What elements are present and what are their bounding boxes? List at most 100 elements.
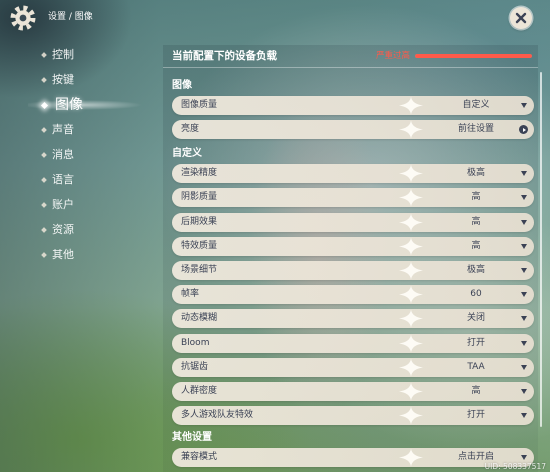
setting-label: 动态模糊 — [181, 313, 218, 324]
diamond-icon — [41, 52, 47, 59]
sparkle-icon — [398, 237, 424, 256]
diamond-icon — [41, 251, 47, 258]
setting-value: 高 — [471, 216, 481, 227]
setting-label: 图像质量 — [181, 100, 218, 110]
sidebar-item-other[interactable]: 其他 — [40, 242, 165, 267]
sidebar-item-label: 按键 — [52, 73, 74, 87]
setting-row-image-quality[interactable]: 图像质量 自定义 — [172, 96, 534, 115]
setting-value: 打开 — [466, 337, 485, 348]
diamond-icon — [40, 101, 48, 109]
settings-list: 图像 图像质量 自定义 亮度 前往设置 自定义 渲染精度 极高 阴影质量高后期效果高特效质量高场… — [163, 78, 538, 468]
setting-row-post-processing[interactable]: 后期效果 高 — [172, 212, 534, 232]
setting-row-coop-teammate-effects[interactable]: 多人游戏队友特效 打开 — [172, 406, 534, 426]
chevron-down-icon[interactable] — [520, 388, 527, 394]
sparkle-icon — [398, 285, 424, 304]
setting-label: 人群密度 — [181, 385, 218, 396]
setting-row-bloom[interactable]: Bloom 打开 — [172, 333, 534, 353]
setting-value: 关闭 — [466, 313, 485, 324]
sidebar-item-notifications[interactable]: 消息 — [40, 143, 165, 168]
sidebar-item-label: 账户 — [52, 197, 74, 211]
setting-value: 60 — [470, 289, 482, 300]
sidebar: 控制按键图像声音消息语言账户资源其他 — [28, 43, 165, 267]
sidebar-item-label: 资源 — [52, 222, 74, 236]
sparkle-icon — [398, 309, 424, 328]
chevron-down-icon[interactable] — [520, 455, 527, 461]
setting-label: 后期效果 — [181, 216, 218, 227]
setting-row-render-resolution[interactable]: 渲染精度 极高 — [172, 164, 534, 184]
setting-value: 高 — [471, 385, 481, 396]
chevron-down-icon[interactable] — [520, 195, 527, 201]
setting-label: 帧率 — [181, 289, 200, 300]
sidebar-item-resources[interactable]: 资源 — [40, 217, 165, 242]
sidebar-item-account[interactable]: 账户 — [40, 192, 165, 217]
chevron-down-icon[interactable] — [520, 364, 527, 370]
setting-row-effects-quality[interactable]: 特效质量 高 — [172, 236, 534, 256]
diamond-icon — [41, 177, 47, 183]
setting-value: 打开 — [466, 410, 485, 421]
setting-value: 前往设置 — [457, 124, 494, 135]
sparkle-icon — [398, 120, 424, 139]
setting-value: 高 — [471, 240, 481, 251]
sparkle-icon — [398, 406, 424, 425]
setting-row-compatibility-mode[interactable]: 兼容模式 点击开启 — [172, 448, 534, 468]
diamond-icon — [41, 201, 47, 208]
sidebar-item-key-bindings[interactable]: 按键 — [40, 68, 165, 93]
sparkle-icon — [398, 96, 424, 115]
chevron-down-icon[interactable] — [520, 316, 527, 322]
sparkle-icon — [398, 261, 424, 280]
chevron-down-icon[interactable] — [520, 171, 527, 177]
sidebar-item-label: 声音 — [52, 123, 74, 137]
setting-label: 渲染精度 — [181, 168, 218, 179]
setting-label: 特效质量 — [181, 240, 218, 251]
arrow-right-circle-icon[interactable] — [519, 125, 528, 135]
setting-value: TAA — [467, 361, 485, 372]
setting-value: 高 — [471, 192, 481, 203]
scrollbar-thumb[interactable] — [540, 72, 542, 427]
setting-row-shadow-quality[interactable]: 阴影质量 高 — [172, 188, 534, 208]
setting-row-brightness[interactable]: 亮度 前往设置 — [172, 120, 534, 140]
sparkle-icon — [398, 448, 424, 467]
section-title-custom: 自定义 — [172, 148, 202, 160]
chevron-down-icon[interactable] — [520, 267, 527, 273]
sidebar-item-label: 图像 — [55, 97, 83, 114]
scrollbar[interactable] — [540, 72, 542, 427]
section-title-other-settings: 其他设置 — [172, 432, 212, 444]
device-load-header: 当前配置下的设备负载 严重过高 — [163, 45, 538, 68]
device-load-title: 当前配置下的设备负载 — [172, 50, 277, 62]
chevron-down-icon[interactable] — [520, 103, 527, 108]
setting-row-anti-aliasing[interactable]: 抗锯齿 TAA — [172, 357, 534, 377]
chevron-down-icon[interactable] — [520, 292, 527, 298]
sidebar-item-controls[interactable]: 控制 — [40, 43, 165, 68]
close-button[interactable] — [510, 7, 532, 29]
sparkle-icon — [398, 334, 424, 353]
uid-label: UID: 508337517 — [484, 462, 546, 471]
setting-row-crowd-density[interactable]: 人群密度 高 — [172, 381, 534, 401]
chevron-down-icon[interactable] — [520, 243, 527, 249]
chevron-down-icon[interactable] — [520, 413, 527, 419]
setting-row-scene-detail[interactable]: 场景细节 极高 — [172, 260, 534, 280]
chevron-down-icon[interactable] — [520, 219, 527, 225]
setting-row-frame-rate[interactable]: 帧率 60 — [172, 285, 534, 305]
sidebar-item-label: 消息 — [52, 148, 74, 161]
setting-label: 多人游戏队友特效 — [181, 410, 254, 421]
chevron-down-icon[interactable] — [520, 340, 527, 346]
diamond-icon — [41, 226, 47, 233]
setting-label: 亮度 — [181, 124, 200, 135]
setting-label: Bloom — [181, 337, 210, 348]
settings-screen: 设置 / 图像 控制按键图像声音消息语言账户资源其他 当前配置下的设备负载 严重… — [0, 0, 550, 472]
section-title-graphics: 图像 — [172, 80, 192, 91]
setting-label: 抗锯齿 — [181, 361, 209, 372]
sidebar-item-language[interactable]: 语言 — [40, 167, 165, 192]
diamond-icon — [41, 152, 47, 158]
sidebar-item-label: 其他 — [52, 247, 74, 261]
device-load-bar-fill — [415, 54, 532, 58]
sparkle-icon — [398, 213, 424, 232]
sidebar-item-audio[interactable]: 声音 — [40, 118, 165, 143]
setting-row-motion-blur[interactable]: 动态模糊 关闭 — [172, 309, 534, 329]
sidebar-item-label: 控制 — [52, 48, 74, 62]
diamond-icon — [41, 127, 47, 133]
sidebar-item-graphics[interactable]: 图像 — [28, 93, 165, 118]
breadcrumb: 设置 / 图像 — [48, 12, 93, 22]
sparkle-icon — [398, 358, 424, 377]
setting-value: 极高 — [466, 264, 485, 275]
